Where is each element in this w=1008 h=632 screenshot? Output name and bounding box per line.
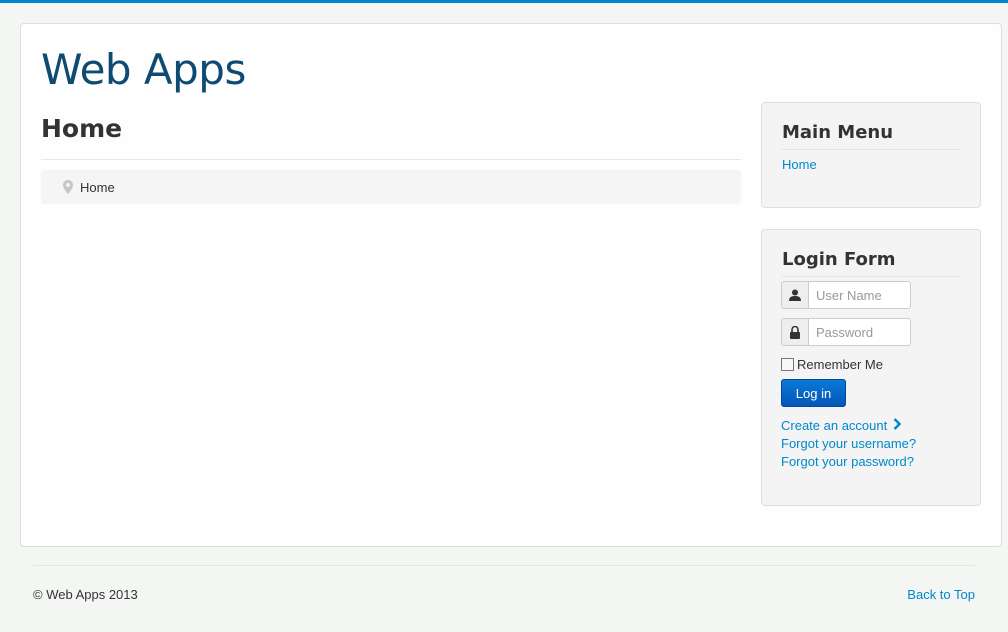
lock-icon: [781, 318, 808, 346]
menu-item-home[interactable]: Home: [782, 157, 960, 172]
site-title[interactable]: Web Apps: [41, 44, 246, 96]
user-icon: [781, 281, 808, 309]
chevron-right-icon: [893, 417, 902, 435]
top-accent-bar: [0, 0, 1008, 3]
footer-divider: [33, 565, 975, 566]
account-links: Create an account Forgot your username? …: [781, 417, 980, 471]
main-menu-title: Main Menu: [782, 122, 960, 150]
breadcrumb-item-home: Home: [80, 179, 115, 195]
login-button[interactable]: Log in: [781, 379, 846, 407]
password-input[interactable]: [808, 318, 911, 346]
login-form-title: Login Form: [782, 249, 960, 277]
back-to-top-link[interactable]: Back to Top: [907, 587, 975, 602]
login-form-module: Login Form Remember Me Log: [761, 229, 981, 506]
forgot-password-link[interactable]: Forgot your password?: [781, 453, 980, 471]
page-title: Home: [41, 114, 123, 143]
forgot-username-link[interactable]: Forgot your username?: [781, 435, 980, 453]
username-row: [781, 281, 980, 309]
main-menu-module: Main Menu Home: [761, 102, 981, 208]
copyright-text: © Web Apps 2013: [33, 587, 138, 602]
breadcrumb: Home: [41, 170, 741, 204]
remember-me[interactable]: Remember Me: [781, 357, 980, 372]
remember-me-checkbox[interactable]: [781, 358, 794, 371]
remember-me-label: Remember Me: [797, 357, 883, 372]
map-pin-icon: [63, 180, 73, 194]
title-divider: [41, 159, 741, 160]
create-account-link[interactable]: Create an account: [781, 417, 980, 435]
page-container: Web Apps Home Home Main Menu Home Login …: [20, 23, 1002, 547]
username-input[interactable]: [808, 281, 911, 309]
create-account-label: Create an account: [781, 418, 888, 433]
password-row: [781, 318, 980, 346]
